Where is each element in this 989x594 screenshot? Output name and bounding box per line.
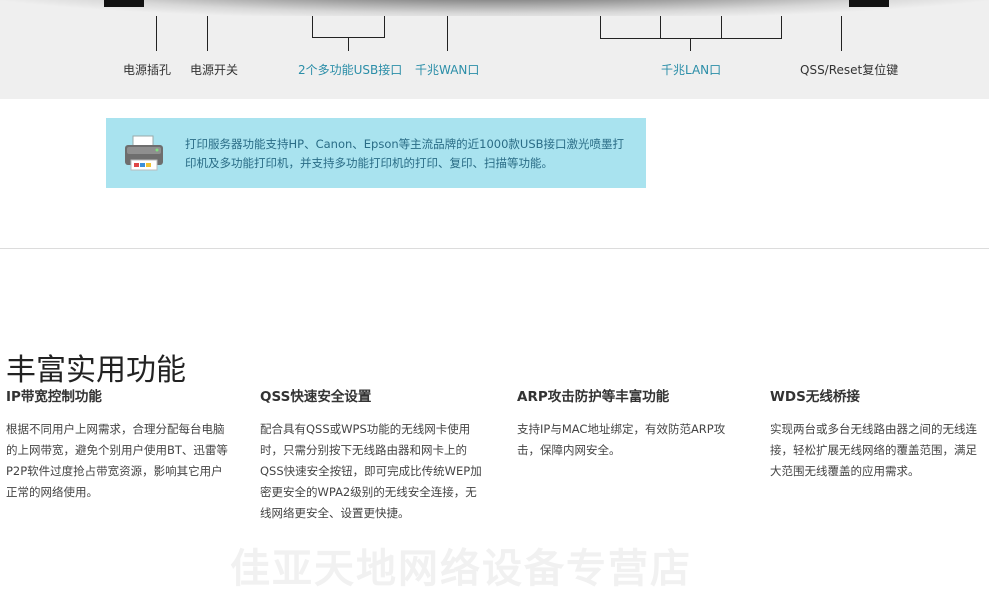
port-label-lan: 千兆LAN口 (661, 63, 722, 77)
callout-line-lan-4 (781, 16, 782, 38)
feature-desc: 实现两台或多台无线路由器之间的无线连接，轻松扩展无线网络的覆盖范围，满足大范围无… (770, 422, 977, 478)
callout-line-lan-3 (721, 16, 722, 38)
feature-qss: QSS快速安全设置 配合具有QSS或WPS功能的无线网卡使用时，只需分别按下无线… (260, 385, 484, 524)
callout-line-lan (690, 38, 691, 51)
callout-line-lan-1 (600, 16, 601, 38)
feature-title: QSS快速安全设置 (260, 389, 372, 405)
printer-icon (125, 135, 163, 171)
port-label-qss-reset: QSS/Reset复位键 (800, 63, 899, 77)
callout-line-wan (447, 16, 448, 51)
callout-line-qss-reset (841, 16, 842, 51)
callout-line-power-jack (156, 16, 157, 51)
feature-title: ARP攻击防护等丰富功能 (517, 389, 670, 405)
feature-ip-bandwidth: IP带宽控制功能 根据不同用户上网需求，合理分配每台电脑的上网带宽，避免个别用户… (6, 385, 230, 503)
router-foot-right (849, 0, 889, 7)
section-divider (0, 248, 989, 249)
callout-line-usb (348, 37, 349, 51)
feature-wds: WDS无线桥接 实现两台或多台无线路由器之间的无线连接，轻松扩展无线网络的覆盖范… (770, 385, 986, 482)
shop-watermark: 佳亚天地网络设备专营店 (230, 546, 692, 592)
port-label-power-switch: 电源开关 (190, 63, 239, 77)
port-label-power-jack: 电源插孔 (123, 63, 172, 77)
printer-info-box: 打印服务器功能支持HP、Canon、Epson等主流品牌的近1000款USB接口… (106, 118, 646, 188)
router-foot-left (104, 0, 144, 7)
feature-desc: 支持IP与MAC地址绑定，有效防范ARP攻击，保障内网安全。 (517, 422, 726, 457)
feature-arp: ARP攻击防护等丰富功能 支持IP与MAC地址绑定，有效防范ARP攻击，保障内网… (517, 385, 741, 461)
callout-line-usb-left (312, 16, 313, 37)
feature-desc: 配合具有QSS或WPS功能的无线网卡使用时，只需分别按下无线路由器和网卡上的QS… (260, 422, 482, 520)
feature-title: WDS无线桥接 (770, 389, 860, 405)
feature-title: IP带宽控制功能 (6, 389, 102, 405)
router-ports-band: 电源插孔 电源开关 2个多功能USB接口 千兆WAN口 千兆LAN口 QSS/R… (0, 0, 989, 99)
section-title: 丰富实用功能 (6, 352, 186, 388)
router-bottom-shadow (0, 0, 989, 16)
callout-line-power-switch (207, 16, 208, 51)
callout-bracket-lan (600, 38, 782, 39)
printer-info-text: 打印服务器功能支持HP、Canon、Epson等主流品牌的近1000款USB接口… (185, 137, 625, 170)
port-label-usb: 2个多功能USB接口 (298, 63, 403, 77)
port-label-wan: 千兆WAN口 (415, 63, 480, 77)
feature-desc: 根据不同用户上网需求，合理分配每台电脑的上网带宽，避免个别用户使用BT、迅雷等P… (6, 422, 228, 499)
callout-line-lan-2 (660, 16, 661, 38)
callout-line-usb-right (384, 16, 385, 37)
